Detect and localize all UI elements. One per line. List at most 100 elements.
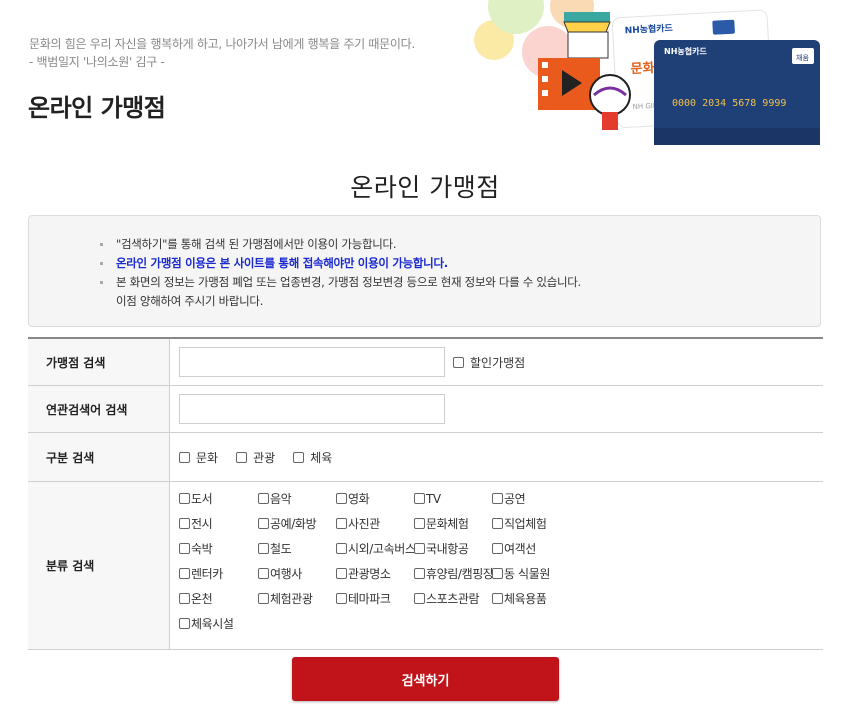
checkbox-box[interactable]	[414, 568, 425, 579]
category-checkbox[interactable]: 테마파크	[336, 590, 391, 607]
category-label-text: TV	[426, 491, 441, 506]
category-checkbox[interactable]: 체험관광	[258, 590, 313, 607]
category-label-text: 휴양림/캠핑장	[426, 567, 494, 581]
category-checkbox[interactable]: 도서	[179, 490, 213, 507]
search-button[interactable]: 검색하기	[292, 657, 559, 701]
checkbox-box[interactable]	[492, 543, 503, 554]
checkbox-box[interactable]	[179, 451, 190, 463]
checkbox-box[interactable]	[179, 543, 190, 554]
category-checkbox[interactable]: 직업체험	[492, 515, 547, 532]
category-checkbox[interactable]: 전시	[179, 515, 213, 532]
row-category: 분류 검색 도서 음악 영화 TV 공연전시 공예/화방 사진관 문화체험 직업체험숙박 철도 시외…	[28, 482, 823, 650]
category-checkbox[interactable]: 온천	[179, 590, 213, 607]
category-checkbox[interactable]: 여객선	[492, 540, 536, 557]
row-keyword-search: 연관검색어 검색	[28, 386, 823, 433]
search-form: 가맹점 검색 할인가맹점 연관검색어 검색 구분 검색 문화 관광 체육 분류 검색…	[28, 337, 823, 650]
checkbox-box[interactable]	[258, 593, 269, 604]
checkbox-box[interactable]	[258, 543, 269, 554]
checkbox-box[interactable]	[179, 568, 190, 579]
notice-item: 본 화면의 정보는 가맹점 폐업 또는 업종변경, 가맹점 정보변경 등으로 현…	[100, 273, 581, 292]
category-label-text: 공연	[504, 492, 526, 506]
checkbox-box[interactable]	[179, 618, 190, 629]
category-row: 전시 공예/화방 사진관 문화체험 직업체험	[179, 511, 599, 536]
checkbox-box[interactable]	[492, 593, 503, 604]
category-checkbox[interactable]: TV	[414, 492, 441, 506]
category-row: 렌터카 여행사 관광명소 휴양림/캠핑장 동 식물원	[179, 561, 599, 586]
division-checkbox[interactable]: 문화	[179, 449, 218, 466]
category-checkbox[interactable]: 체육용품	[492, 590, 547, 607]
checkbox-box[interactable]	[336, 493, 347, 504]
checkbox-box[interactable]	[336, 518, 347, 529]
checkbox-box[interactable]	[414, 493, 425, 504]
quote-text: 문화의 힘은 우리 자신을 행복하게 하고, 나아가서 남에게 행복을 주기 때…	[29, 37, 415, 51]
keyword-search-label: 연관검색어 검색	[28, 386, 170, 432]
notice-item-highlight: 온라인 가맹점 이용은 본 사이트를 통해 접속해야만 이용이 가능합니다.	[100, 254, 581, 273]
discount-store-checkbox[interactable]: 할인가맹점	[453, 354, 525, 371]
category-label-text: 철도	[270, 542, 292, 556]
category-label-text: 전시	[191, 517, 213, 531]
division-checkbox[interactable]: 관광	[236, 449, 275, 466]
checkbox-box[interactable]	[258, 493, 269, 504]
category-row: 도서 음악 영화 TV 공연	[179, 486, 599, 511]
checkbox-box[interactable]	[414, 543, 425, 554]
category-label-text: 직업체험	[504, 517, 547, 531]
category-checkbox[interactable]: 국내항공	[414, 540, 469, 557]
category-checkbox[interactable]: 문화체험	[414, 515, 469, 532]
category-label-text: 테마파크	[348, 592, 391, 606]
category-label-text: 사진관	[348, 517, 380, 531]
checkbox-box[interactable]	[492, 518, 503, 529]
checkbox-box[interactable]	[414, 518, 425, 529]
checkbox-box[interactable]	[179, 493, 190, 504]
quote-author: - 백범일지 '나의소원' 김구 -	[29, 55, 165, 69]
category-checkbox[interactable]: 렌터카	[179, 565, 223, 582]
checkbox-box[interactable]	[492, 568, 503, 579]
checkbox-box[interactable]	[258, 568, 269, 579]
category-label-text: 스포츠관람	[426, 592, 480, 606]
category-checkbox[interactable]: 시외/고속버스	[336, 540, 416, 557]
checkbox-box[interactable]	[336, 543, 347, 554]
category-checkbox[interactable]: 관광명소	[336, 565, 391, 582]
store-search-input[interactable]	[179, 347, 445, 377]
category-checkbox[interactable]: 음악	[258, 490, 292, 507]
category-checkbox[interactable]: 스포츠관람	[414, 590, 480, 607]
category-label-text: 국내항공	[426, 542, 469, 556]
checkbox-box[interactable]	[453, 356, 464, 368]
category-label-text: 영화	[348, 492, 370, 506]
category-checkbox[interactable]: 동 식물원	[492, 565, 550, 582]
checkbox-box[interactable]	[179, 518, 190, 529]
category-checkbox[interactable]: 공예/화방	[258, 515, 317, 532]
notice-continuation: 이점 양해하여 주시기 바랍니다.	[116, 294, 264, 308]
category-label-text: 여행사	[270, 567, 302, 581]
category-checkbox[interactable]: 공연	[492, 490, 526, 507]
checkbox-box[interactable]	[236, 451, 248, 463]
category-label-text: 관광명소	[348, 567, 391, 581]
category-row: 온천 체험관광 테마파크 스포츠관람 체육용품	[179, 586, 599, 611]
division-checkbox[interactable]: 체육	[293, 449, 332, 466]
category-checkbox[interactable]: 숙박	[179, 540, 213, 557]
category-checkbox[interactable]: 철도	[258, 540, 292, 557]
category-label-text: 문화체험	[426, 517, 469, 531]
category-checkbox[interactable]: 영화	[336, 490, 370, 507]
division-label-text: 관광	[253, 450, 276, 465]
store-search-label: 가맹점 검색	[28, 339, 170, 385]
category-grid: 도서 음악 영화 TV 공연전시 공예/화방 사진관 문화체험 직업체험숙박 철도 시외/고속버스 국…	[179, 482, 599, 636]
keyword-search-input[interactable]	[179, 394, 445, 424]
checkbox-box[interactable]	[258, 518, 269, 529]
category-checkbox[interactable]: 휴양림/캠핑장	[414, 565, 494, 582]
category-checkbox[interactable]: 체육시설	[179, 615, 234, 632]
division-label-text: 문화	[196, 450, 219, 465]
category-label: 분류 검색	[28, 482, 170, 649]
category-checkbox[interactable]: 여행사	[258, 565, 302, 582]
checkbox-box[interactable]	[179, 593, 190, 604]
checkbox-box[interactable]	[293, 451, 305, 463]
category-label-text: 체육용품	[504, 592, 547, 606]
category-checkbox[interactable]: 사진관	[336, 515, 380, 532]
category-label-text: 여객선	[504, 542, 536, 556]
category-label-text: 도서	[191, 492, 213, 506]
credit-card-brand: NH농협카드	[664, 46, 707, 56]
checkbox-box[interactable]	[336, 568, 347, 579]
checkbox-box[interactable]	[414, 593, 425, 604]
checkbox-box[interactable]	[492, 493, 503, 504]
row-store-search: 가맹점 검색 할인가맹점	[28, 339, 823, 386]
checkbox-box[interactable]	[336, 593, 347, 604]
